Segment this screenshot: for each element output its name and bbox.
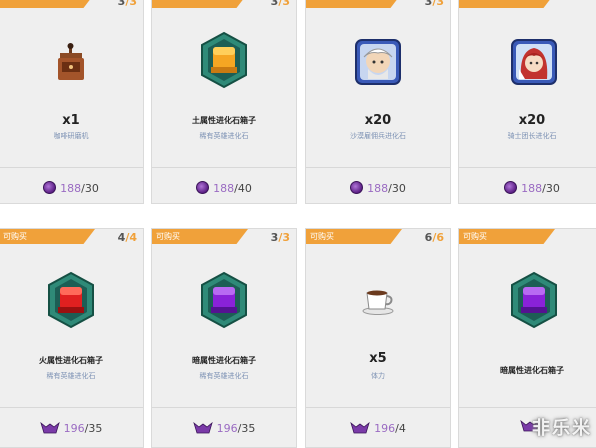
price-divider [0,167,143,168]
purchasable-tag [152,0,248,8]
purchasable-tag [306,0,402,8]
stock-count: 6/6 [424,231,444,244]
stock-count: 4/4 [117,231,137,244]
item-price: 188/40 [152,181,296,195]
mercenary-portrait-icon [355,39,401,85]
purple-orb-currency-icon [504,181,518,194]
item-price: 188/30 [306,181,450,195]
purchasable-tag [459,0,555,8]
stock-count: 3/3 [270,231,290,244]
price-divider [152,407,296,408]
shop-grid: 3/3 x1 咖啡研磨机 188/30 3/3 土属性进化石箱子 稀有英雄进化石… [0,0,596,448]
coffee-grinder-icon [58,43,84,80]
shop-item-card[interactable]: 3/3 土属性进化石箱子 稀有英雄进化石 188/40 [151,0,297,204]
purchasable-tag [0,0,95,8]
item-price: 196/35 [152,421,296,435]
item-subtitle: 稀有英雄进化石 [46,372,96,380]
item-name: 火属性进化石箱子 [39,356,103,365]
shop-item-card[interactable]: 可购买 3/3 暗属性进化石箱子 稀有英雄进化石 196/35 [151,228,297,448]
item-quantity: x5 [369,351,387,366]
item-subtitle: 稀有英雄进化石 [199,132,249,140]
item-subtitle: 骑士团长进化石 [507,132,557,140]
item-subtitle: 咖啡研磨机 [53,132,89,140]
purchasable-tag: 可购买 [152,229,248,244]
item-price: 188/30 [0,181,143,195]
coffee-cup-icon [362,290,394,315]
fire-evolution-box-icon [48,271,94,329]
item-name: 暗属性进化石箱子 [192,356,256,365]
purple-demon-currency-icon [350,421,370,434]
item-name: 暗属性进化石箱子 [500,366,564,375]
item-quantity: x20 [518,113,546,128]
earth-evolution-box-icon [201,31,247,89]
price-divider [0,407,143,408]
stock-count: 3/3 [424,0,444,8]
shop-item-card[interactable]: 可购买 4/4 火属性进化石箱子 稀有英雄进化石 196/35 [0,228,144,448]
purple-demon-currency-icon [192,421,213,434]
purchasable-tag: 可购买 [306,229,402,244]
item-subtitle: 体力 [371,372,385,380]
purchasable-tag: 可购买 [459,229,555,244]
purple-orb-currency-icon [350,181,364,194]
dark-evolution-box-icon [511,271,557,329]
price-divider [459,167,596,168]
watermark-logo: 非乐米 [532,418,592,439]
item-price: 188/30 [459,181,596,195]
item-price: 196/35 [0,421,143,435]
price-divider [306,167,450,168]
item-subtitle: 稀有英雄进化石 [199,372,249,380]
item-quantity: x20 [364,113,392,128]
purple-orb-currency-icon [196,181,210,194]
row-divider [0,208,596,222]
knight-captain-portrait-icon [511,39,557,85]
item-subtitle: 沙漠雇佣兵进化石 [350,132,406,140]
item-price: 196/4 [306,421,450,435]
shop-item-card[interactable]: 3/3 x1 咖啡研磨机 188/30 [0,0,144,204]
item-name: 土属性进化石箱子 [192,116,256,125]
price-divider [152,167,296,168]
dark-evolution-box-icon [201,271,247,329]
purple-demon-currency-icon [39,421,60,434]
stock-count: 3/3 [270,0,290,8]
price-divider [306,407,450,408]
purchasable-tag: 可购买 [0,229,95,244]
shop-item-card[interactable]: 2/ x20 骑士团长进化石 188/30 [458,0,596,204]
item-quantity: x1 [62,113,80,128]
price-divider [459,407,596,408]
shop-item-card[interactable]: 3/3 x20 沙漠雇佣兵进化石 188/30 [305,0,451,204]
purple-orb-currency-icon [43,181,57,194]
shop-item-card[interactable]: 可购买 6/6 x5 体力 196/4 [305,228,451,448]
stock-count: 3/3 [117,0,137,8]
